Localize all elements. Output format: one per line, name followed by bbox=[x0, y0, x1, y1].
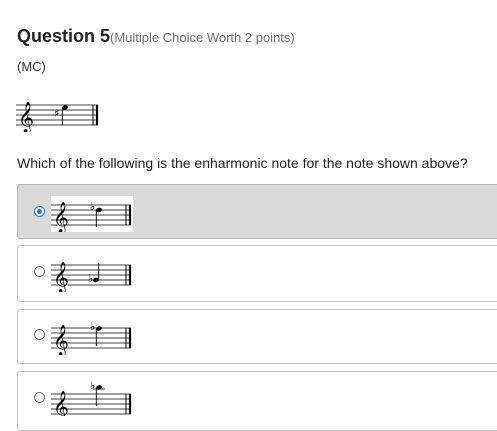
question-title: Question 5 bbox=[17, 26, 111, 46]
treble-clef-icon: 𝄞 bbox=[53, 324, 69, 355]
answer-option-2[interactable]: 𝄞 ♭ bbox=[17, 245, 497, 302]
question-points: (Multiple Choice Worth 2 points) bbox=[110, 30, 295, 45]
treble-clef-icon: 𝄞 bbox=[18, 101, 34, 132]
answer-option-3[interactable]: 𝄞 ♭ bbox=[17, 309, 497, 364]
flat-icon: ♭ bbox=[90, 380, 95, 392]
option-2-staff-image: 𝄞 ♭ bbox=[51, 256, 133, 292]
radio-button-option-4[interactable] bbox=[34, 392, 45, 403]
flat-icon: ♭ bbox=[88, 272, 93, 285]
question-prompt: Which of the following is the enharmonic… bbox=[17, 155, 468, 171]
answer-option-1[interactable]: 𝄞 ♭ bbox=[17, 184, 497, 239]
treble-clef-icon: 𝄞 bbox=[53, 201, 69, 232]
radio-button-option-2[interactable] bbox=[34, 266, 45, 277]
answer-option-4[interactable]: 𝄞 ♭ bbox=[17, 371, 497, 431]
treble-clef-icon: 𝄞 bbox=[53, 261, 69, 292]
treble-clef-icon: 𝄞 bbox=[53, 390, 69, 416]
flat-icon: ♭ bbox=[90, 200, 95, 213]
sharp-icon: ♯ bbox=[54, 107, 59, 120]
option-4-staff-image: 𝄞 ♭ bbox=[51, 380, 133, 416]
flat-icon: ♭ bbox=[90, 320, 95, 333]
option-1-staff-image: 𝄞 ♭ bbox=[51, 196, 133, 232]
radio-button-option-3[interactable] bbox=[34, 329, 45, 340]
radio-button-option-1[interactable] bbox=[34, 206, 45, 217]
option-3-staff-image: 𝄞 ♭ bbox=[51, 319, 133, 355]
question-type: (MC) bbox=[17, 59, 46, 74]
stimulus-staff-image: 𝄞 ♯ bbox=[16, 96, 100, 132]
question-header: Question 5(Multiple Choice Worth 2 point… bbox=[17, 26, 295, 47]
